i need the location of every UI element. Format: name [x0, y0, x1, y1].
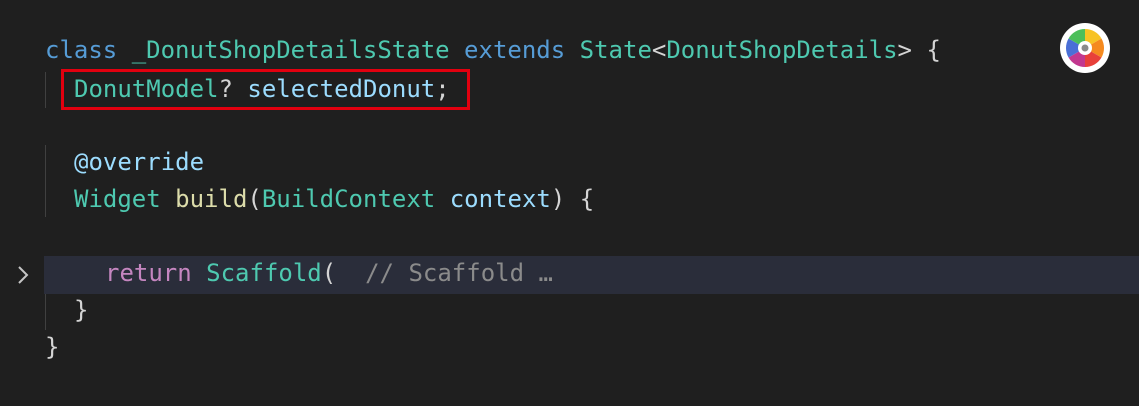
code-line-4[interactable]: Widget build(BuildContext context) { — [0, 181, 1139, 218]
base-class-name: State — [579, 36, 652, 64]
param-type: BuildContext — [261, 185, 436, 213]
method-name: build — [175, 185, 248, 213]
class-name: _DonutShopDetailsState — [131, 36, 450, 64]
paren-open: ( — [247, 185, 262, 213]
code-line-3[interactable]: @override — [0, 144, 1139, 181]
code-line-1[interactable]: class _DonutShopDetailsState extends Sta… — [0, 32, 1139, 69]
fold-comment: // Scaffold — [365, 259, 525, 287]
fold-ellipsis[interactable]: … — [539, 259, 553, 287]
brace-open: { — [579, 185, 595, 213]
keyword-class: class — [45, 36, 118, 64]
scaffold-type: Scaffold — [206, 259, 322, 287]
param-name: context — [449, 185, 551, 213]
color-wheel-icon[interactable] — [1059, 22, 1111, 74]
code-line-7[interactable]: } — [0, 329, 1139, 366]
generic-close-brace: > { — [897, 36, 941, 64]
keyword-extends: extends — [464, 36, 566, 64]
annotation-override: @override — [74, 148, 205, 176]
generic-type-name: DonutShopDetails — [666, 36, 898, 64]
code-line-6[interactable]: } — [0, 292, 1139, 329]
paren-open: ( — [321, 259, 337, 287]
code-line-5-folded[interactable]: return Scaffold( // Scaffold … — [0, 255, 1139, 292]
return-type: Widget — [74, 185, 161, 213]
keyword-return: return — [105, 259, 192, 287]
brace-close: } — [74, 296, 89, 324]
highlight-box — [61, 69, 470, 110]
generic-open: < — [651, 36, 667, 64]
paren-close: ) — [550, 185, 566, 213]
brace-close: } — [45, 333, 60, 361]
